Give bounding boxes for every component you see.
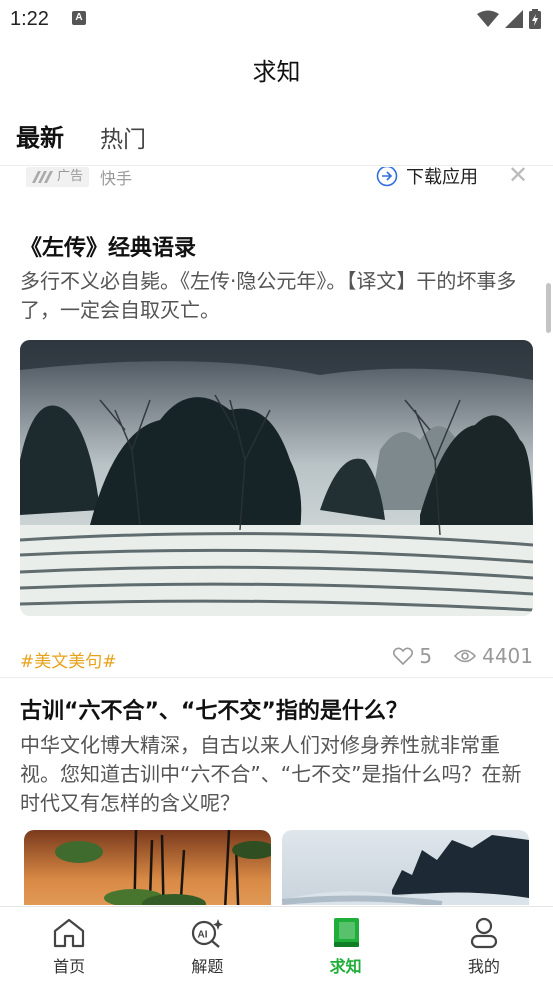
lotus-painting-image <box>24 830 271 905</box>
page-title: 求知 <box>252 58 301 86</box>
ad-logo-icon <box>32 171 53 183</box>
ad-badge: 广告 <box>26 167 90 187</box>
battery-icon <box>529 9 541 29</box>
nav-knowledge-label: 求知 <box>329 957 362 976</box>
profile-icon <box>470 917 497 949</box>
status-time: 1:22 <box>10 8 49 30</box>
tab-bar: 最新 热门 <box>0 110 553 166</box>
nav-solve-label: 解题 <box>191 957 224 976</box>
likes-stat[interactable]: 5 <box>393 644 432 668</box>
heart-icon <box>393 647 414 665</box>
article-feed[interactable]: 广告 快手 下载应用 ✕ 《左传》经典语录 多行不义必自毙。《左传·隐公元年》。… <box>0 167 553 905</box>
tab-latest[interactable]: 最新 <box>16 118 64 153</box>
article-summary: 中华文化博大精深，自古以来人们对修身养性就非常重视。您知道古训中“六不合”、“七… <box>20 733 522 815</box>
home-icon <box>54 918 85 948</box>
article-image <box>20 340 533 616</box>
book-icon <box>333 918 359 947</box>
article-title: 古训“六不合”、“七不交”指的是什么？ <box>20 699 408 724</box>
wifi-icon <box>477 10 499 27</box>
likes-count: 5 <box>419 644 433 668</box>
ink-landscape-image <box>20 340 533 616</box>
ad-source: 快手 <box>100 169 133 188</box>
ad-download-button[interactable]: 下载应用 <box>376 167 478 189</box>
signal-icon <box>505 10 523 28</box>
article-image <box>282 830 529 905</box>
bottom-nav: 首页 AI 解题 求知 我的 <box>0 906 553 984</box>
tab-latest-label: 最新 <box>16 124 64 152</box>
status-bar: 1:22 A <box>0 0 553 40</box>
close-icon[interactable]: ✕ <box>508 167 528 187</box>
misty-forest-image <box>282 830 529 905</box>
nav-profile-label: 我的 <box>467 957 500 976</box>
views-stat: 4401 <box>454 644 533 668</box>
nav-profile[interactable]: 我的 <box>415 907 553 984</box>
article-title: 《左传》经典语录 <box>20 236 197 261</box>
nav-home[interactable]: 首页 <box>0 907 138 984</box>
system-icons <box>477 8 541 30</box>
ad-badge-label: 广告 <box>57 169 84 184</box>
scrollbar[interactable] <box>546 283 551 333</box>
ad-banner[interactable]: 广告 快手 下载应用 ✕ <box>0 167 553 189</box>
tab-hot[interactable]: 热门 <box>100 120 146 154</box>
article-image <box>24 830 271 905</box>
nav-knowledge[interactable]: 求知 <box>277 907 415 984</box>
ad-download-label: 下载应用 <box>406 167 478 188</box>
article-card[interactable]: 古训“六不合”、“七不交”指的是什么？ 中华文化博大精深，自古以来人们对修身养性… <box>0 678 553 905</box>
article-tag[interactable]: #美文美句# <box>20 647 117 672</box>
article-summary: 多行不义必自毙。《左传·隐公元年》。【译文】干的坏事多了，一定会自取灭亡。 <box>20 269 517 322</box>
views-count: 4401 <box>482 644 533 668</box>
tab-hot-label: 热门 <box>100 127 146 153</box>
eye-icon <box>454 649 477 663</box>
svg-text:AI: AI <box>198 930 208 941</box>
arrow-circle-icon <box>376 167 398 187</box>
ai-search-icon: AI <box>192 919 224 948</box>
article-card[interactable]: 《左传》经典语录 多行不义必自毙。《左传·隐公元年》。【译文】干的坏事多了，一定… <box>0 207 553 677</box>
nav-home-label: 首页 <box>53 957 86 976</box>
notification-icon: A <box>72 11 86 25</box>
nav-solve[interactable]: AI 解题 <box>138 907 276 984</box>
article-stats: 5 4401 <box>393 644 533 668</box>
